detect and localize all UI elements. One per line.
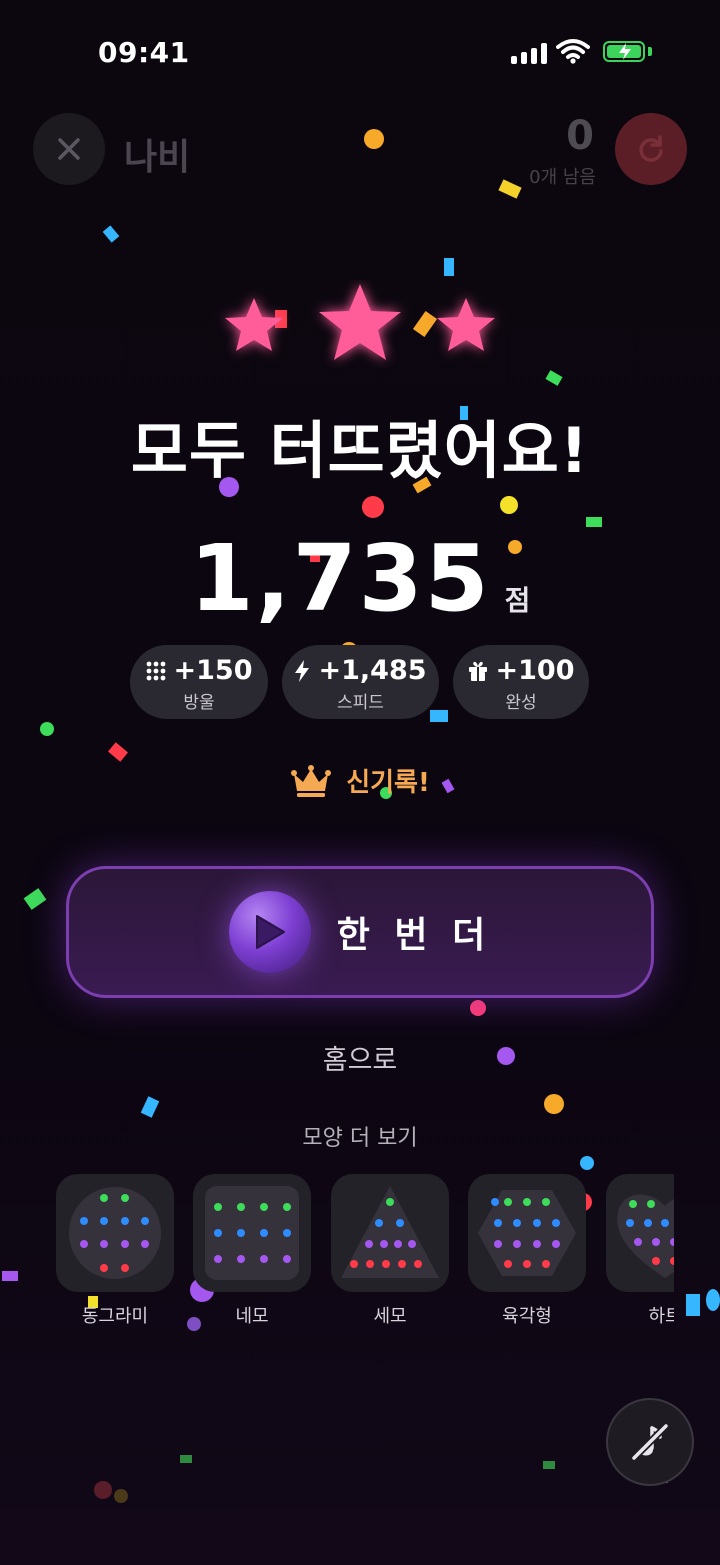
crown-icon xyxy=(291,764,332,797)
gift-icon xyxy=(468,661,487,681)
remaining-label: 0개 남음 xyxy=(529,167,596,188)
play-circle xyxy=(228,891,311,973)
more-shapes-title: 모양 더 보기 xyxy=(302,1126,418,1151)
refresh-button[interactable] xyxy=(615,113,687,185)
battery-charging-icon xyxy=(603,41,645,62)
bubbles-left-count: 0 xyxy=(566,113,594,159)
shape-card-square[interactable]: 네모 xyxy=(193,1174,311,1328)
score: 1,735 점 xyxy=(0,525,720,632)
close-icon xyxy=(58,138,80,160)
bonus-value: +1,485 xyxy=(318,655,427,686)
mute-icon xyxy=(630,1422,670,1462)
shape-carousel[interactable]: 동그라미 네모 세모 육각형 하트 xyxy=(56,1174,674,1334)
score-value: 1,735 xyxy=(189,525,491,632)
shape-label: 네모 xyxy=(235,1306,269,1327)
shape-thumbnail xyxy=(468,1174,586,1292)
star-rating xyxy=(0,280,720,370)
new-record: 신기록! xyxy=(0,762,720,799)
level-title: 나비 xyxy=(124,137,191,178)
star-icon xyxy=(437,298,495,351)
star-icon xyxy=(319,284,401,360)
star-icon xyxy=(225,298,283,351)
shape-thumbnail xyxy=(56,1174,174,1292)
result-headline: 모두 터뜨렸어요! xyxy=(130,414,590,487)
shape-card-hexagon[interactable]: 육각형 xyxy=(468,1174,586,1328)
bonus-value: +150 xyxy=(173,655,253,686)
home-link[interactable]: 홈으로 xyxy=(0,1038,720,1077)
status-time: 09:41 xyxy=(98,36,190,69)
play-icon xyxy=(255,915,285,949)
lightning-icon xyxy=(295,659,310,682)
bonus-label: 방울 xyxy=(183,693,215,713)
close-button[interactable] xyxy=(33,113,105,185)
bonus-label: 완성 xyxy=(505,693,537,713)
shape-label: 육각형 xyxy=(502,1306,552,1327)
shape-thumbnail xyxy=(331,1174,449,1292)
bubble-grid-icon xyxy=(146,661,165,680)
wifi-icon xyxy=(556,38,590,68)
shape-label: 하트 xyxy=(648,1306,674,1327)
sound-toggle-button[interactable] xyxy=(606,1398,694,1486)
shape-card-triangle[interactable]: 세모 xyxy=(331,1174,449,1328)
bonus-speed: +1,485 스피드 xyxy=(282,645,439,719)
shape-card-circle[interactable]: 동그라미 xyxy=(56,1174,174,1328)
battery-cap xyxy=(648,47,652,56)
bonus-label: 스피드 xyxy=(337,693,384,713)
shape-thumbnail xyxy=(193,1174,311,1292)
bonus-bubbles: +150 방울 xyxy=(130,645,268,719)
record-label: 신기록! xyxy=(346,768,430,798)
play-again-label: 한 번 더 xyxy=(336,915,492,956)
score-unit: 점 xyxy=(504,584,531,617)
refresh-icon xyxy=(639,135,663,162)
shape-label: 세모 xyxy=(373,1306,407,1327)
shape-card-heart[interactable]: 하트 xyxy=(606,1174,674,1328)
bonus-complete: +100 완성 xyxy=(453,645,589,719)
bonus-value: +100 xyxy=(495,655,575,686)
shape-label: 동그라미 xyxy=(81,1306,149,1327)
shape-thumbnail xyxy=(606,1174,674,1292)
play-again-button[interactable]: 한 번 더 xyxy=(66,866,654,998)
signal-icon xyxy=(511,42,547,64)
